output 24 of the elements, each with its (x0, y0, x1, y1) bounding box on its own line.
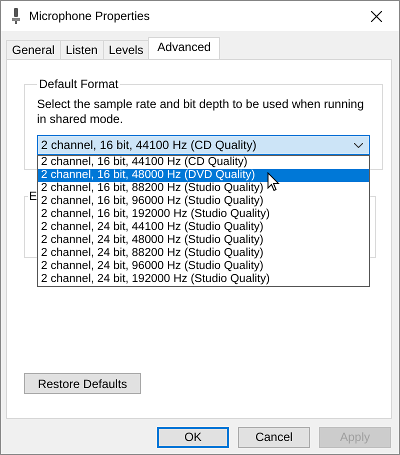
description: Select the sample rate and bit depth to be used when running in shared mode. (37, 97, 365, 127)
tab[interactable]: General (6, 40, 61, 59)
dialog-button[interactable]: Cancel (238, 426, 310, 448)
cursor-icon (267, 172, 280, 192)
dialog-button[interactable]: OK (157, 426, 229, 448)
dropdown-option[interactable]: 2 channel, 24 bit, 96000 Hz (Studio Quality) (38, 260, 369, 273)
group-title: Default Format (38, 77, 120, 91)
dropdown-option[interactable]: 2 channel, 16 bit, 192000 Hz (Studio Quality) (38, 208, 369, 221)
dropdown-option[interactable]: 2 channel, 16 bit, 48000 Hz (DVD Quality) (38, 169, 369, 182)
group-title: E (28, 189, 38, 203)
dropdown-option[interactable]: 2 channel, 16 bit, 96000 Hz (Studio Quality) (38, 195, 369, 208)
microphone-icon (11, 8, 21, 24)
dropdown-option[interactable]: 2 channel, 24 bit, 192000 Hz (Studio Quality) (38, 273, 369, 286)
close-icon (370, 10, 382, 22)
dropdown-option[interactable]: 2 channel, 16 bit, 88200 Hz (Studio Quality) (38, 182, 369, 195)
tab[interactable]: Advanced (148, 37, 220, 59)
dropdown-option[interactable]: 2 channel, 16 bit, 44100 Hz (CD Quality) (38, 156, 369, 169)
restore-defaults-button[interactable]: Restore Defaults (24, 373, 141, 394)
dropdown-option[interactable]: 2 channel, 24 bit, 44100 Hz (Studio Quality) (38, 221, 369, 234)
dropdown-option[interactable]: 2 channel, 24 bit, 48000 Hz (Studio Quality) (38, 234, 369, 247)
format-dropdown[interactable]: 2 channel, 16 bit, 44100 Hz (CD Quality) (37, 135, 370, 155)
window-title: Microphone Properties (29, 9, 151, 23)
chevron-icon (354, 142, 363, 148)
dropdown-option[interactable]: 2 channel, 24 bit, 88200 Hz (Studio Quality) (38, 247, 369, 260)
